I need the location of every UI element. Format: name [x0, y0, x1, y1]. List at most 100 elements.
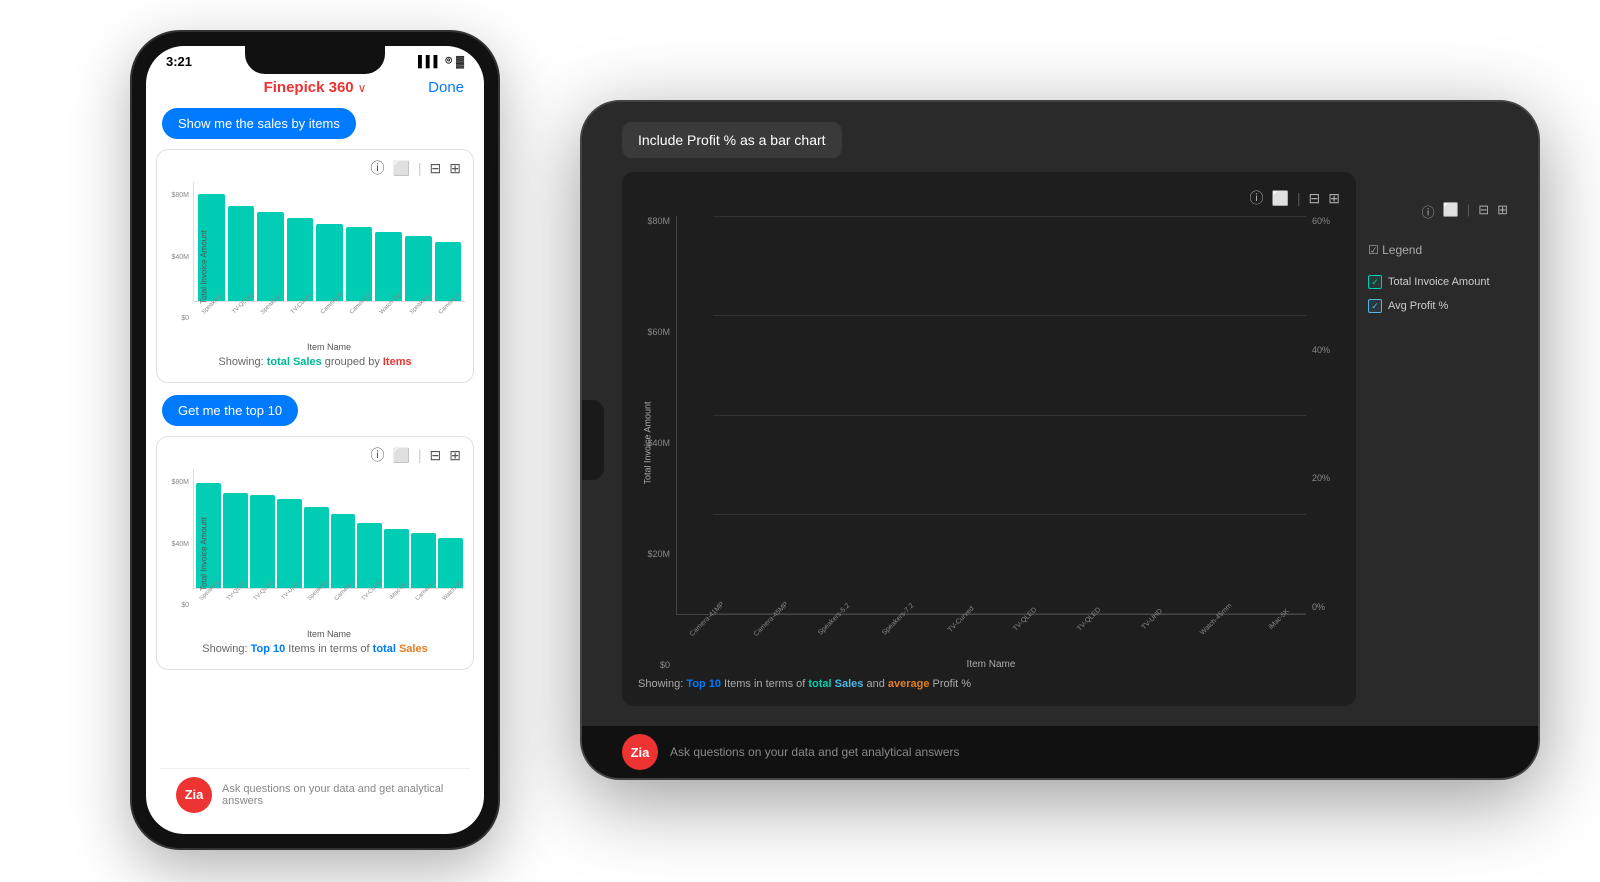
chat-bubble-2: Get me the top 10	[162, 395, 298, 426]
bar2-8	[384, 529, 409, 589]
y2-label-80m: $80M	[171, 479, 189, 486]
bar-6	[346, 227, 373, 301]
legend-check-total[interactable]: ✓	[1368, 275, 1382, 289]
y-land-60m: $60M	[647, 327, 670, 337]
hl-total: total	[808, 678, 831, 690]
chart-type-icon[interactable]: ⬜	[392, 160, 409, 177]
showing-text-1: Showing: total Sales grouped by Items	[165, 352, 465, 374]
showing-hl-total: total	[373, 643, 396, 655]
ask-text-land: Ask questions on your data and get analy…	[670, 745, 960, 759]
bar-5	[316, 224, 343, 301]
x-axis-title-2: Item Name	[193, 629, 465, 639]
landscape-content: Include Profit % as a bar chart ⓘ ⬜ | ⊟ …	[582, 102, 1538, 726]
bar-3	[257, 212, 284, 301]
bar-7	[375, 232, 402, 301]
dark-y-left: Total Invoice Amount $80M $60M $40M $20M…	[638, 216, 676, 670]
toolbar-divider-land: |	[1297, 190, 1301, 206]
done-button[interactable]: Done	[428, 79, 464, 96]
save-icon-2[interactable]: ⊟	[430, 447, 442, 464]
info-icon-2[interactable]: ⓘ	[370, 445, 384, 465]
y-land-0: $0	[660, 660, 670, 670]
notch	[245, 46, 385, 74]
showing-hl-top10: Top 10	[251, 643, 286, 655]
y-axis-title-1: Total Invoice Amount	[199, 230, 208, 304]
showing-hl-2: Items	[383, 356, 412, 368]
legend-item-total: ✓ Total Invoice Amount	[1368, 275, 1508, 289]
legend-check-profit[interactable]: ✓	[1368, 299, 1382, 313]
y-land-20m: $20M	[647, 549, 670, 559]
yr-40: 40%	[1312, 345, 1330, 355]
zia-button-portrait[interactable]: Zia	[176, 777, 212, 813]
bar2-7	[357, 523, 382, 588]
hl-top10: Top 10	[686, 678, 721, 690]
chart-card-1: ⓘ ⬜ | ⊟ ⊞ Total Invoice Amount $80M $40M…	[156, 149, 474, 383]
bars-container-1	[193, 182, 465, 302]
dark-showing-text: Showing: Top 10 Items in terms of total …	[638, 678, 1340, 690]
grid-icon-2[interactable]: ⊞	[449, 447, 461, 464]
yr-60: 60%	[1312, 216, 1330, 226]
notch-land	[582, 400, 604, 480]
wifi-icon: ⌾	[445, 55, 452, 68]
status-time: 3:21	[166, 54, 192, 69]
chart-toolbar-2: ⓘ ⬜ | ⊟ ⊞	[165, 445, 465, 469]
bars-container-2	[193, 469, 465, 589]
phone-portrait: 3:21 ▌▌▌ ⌾ ▓ Finepick 360 ∨ Done Show me…	[130, 30, 500, 850]
save-icon-land[interactable]: ⊟	[1309, 190, 1321, 207]
zia-logo: Zia	[185, 787, 204, 802]
y-label-40m: $40M	[171, 254, 189, 261]
grid-line-2	[713, 315, 1306, 316]
bar-4	[287, 218, 314, 301]
info-icon-land[interactable]: ⓘ	[1249, 188, 1263, 208]
info-icon[interactable]: ⓘ	[370, 158, 384, 178]
bar2-4	[277, 499, 302, 588]
grid-lines	[713, 216, 1306, 614]
zia-button-land[interactable]: Zia	[622, 734, 658, 770]
x-labels-1: Speakers-7.2 TV-QLED Speakers-5.2 TV-Cur…	[193, 302, 465, 342]
portrait-header: Finepick 360 ∨ Done	[146, 73, 484, 102]
dark-x-title: Item Name	[676, 659, 1306, 670]
portrait-screen: 3:21 ▌▌▌ ⌾ ▓ Finepick 360 ∨ Done Show me…	[146, 46, 484, 834]
chart-type-icon-2[interactable]: ⬜	[392, 447, 409, 464]
chart-toolbar-1: ⓘ ⬜ | ⊟ ⊞	[165, 158, 465, 182]
showing-text-2: Showing: Top 10 Items in terms of total …	[165, 639, 465, 661]
chat-bubble-1: Show me the sales by items	[162, 108, 356, 139]
app-name[interactable]: Finepick 360	[264, 79, 354, 96]
chart-card-2: ⓘ ⬜ | ⊟ ⊞ Total Invoice Amount $80M $40M…	[156, 436, 474, 670]
grid-icon-legend[interactable]: ⊞	[1497, 202, 1508, 221]
bar-8	[405, 236, 432, 301]
save-icon-legend[interactable]: ⊟	[1478, 202, 1489, 221]
divider-legend: |	[1467, 202, 1470, 221]
legend-title: ☑ Legend	[1368, 243, 1508, 257]
bars-land	[676, 216, 1306, 615]
signal-icon: ▌▌▌	[418, 56, 441, 68]
dark-x-labels: Camera-41MP Camera-45MP Speakers-5.2 Spe…	[676, 615, 1306, 659]
legend-label-profit: Avg Profit %	[1388, 300, 1448, 312]
legend-item-profit: ✓ Avg Profit %	[1368, 299, 1508, 313]
save-icon[interactable]: ⊟	[430, 160, 442, 177]
grid-icon[interactable]: ⊞	[449, 160, 461, 177]
hl-average: average	[888, 678, 930, 690]
dark-bars-wrapper: Camera-41MP Camera-45MP Speakers-5.2 Spe…	[676, 216, 1306, 670]
portrait-bottom-bar: Zia Ask questions on your data and get a…	[160, 768, 470, 820]
y2-label-0: $0	[181, 602, 189, 609]
phone-landscape: Include Profit % as a bar chart ⓘ ⬜ | ⊟ …	[580, 100, 1540, 780]
chart-icon-legend[interactable]: ⬜	[1443, 202, 1459, 221]
x-labels-2: Speakers-7.2 TV-QLED TV-QLED TV-UHD Spea…	[193, 589, 465, 629]
grid-icon-land[interactable]: ⊞	[1328, 190, 1340, 207]
bar-2	[228, 206, 255, 301]
bar2-5	[304, 507, 329, 588]
zia-logo-land: Zia	[631, 745, 650, 760]
legend-panel: ⓘ ⬜ | ⊟ ⊞ ☑ Legend ✓ Total Invoice Amoun…	[1368, 172, 1508, 706]
info-icon-legend[interactable]: ⓘ	[1422, 202, 1435, 221]
grid-line-1	[713, 216, 1306, 217]
main-chart-area: ⓘ ⬜ | ⊟ ⊞ Total Invoice Amount $80M $60	[622, 172, 1508, 706]
chart-icon-land[interactable]: ⬜	[1271, 190, 1288, 207]
status-icons: ▌▌▌ ⌾ ▓	[418, 55, 464, 68]
dark-y-title: Total Invoice Amount	[643, 401, 653, 484]
showing-hl-sales: Sales	[399, 643, 428, 655]
x-axis-title-1: Item Name	[193, 342, 465, 352]
chevron-down-icon[interactable]: ∨	[358, 81, 367, 95]
battery-icon: ▓	[456, 56, 464, 68]
legend-toolbar: ⓘ ⬜ | ⊟ ⊞	[1368, 202, 1508, 221]
dark-y-right: 60% 40% 20% 0%	[1306, 216, 1340, 670]
